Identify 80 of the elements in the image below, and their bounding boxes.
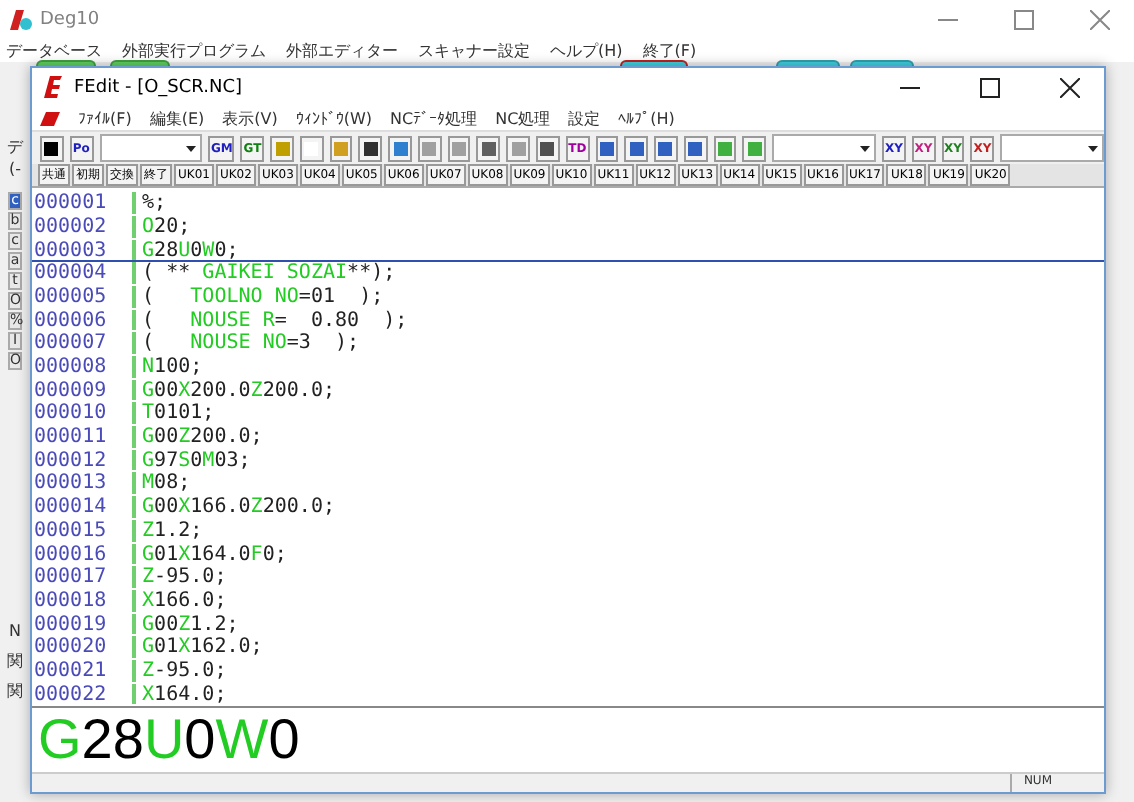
combo-box[interactable]: [99, 134, 203, 163]
line-number: 000013: [32, 472, 136, 495]
preview-text: G28U0W0: [38, 708, 300, 773]
code-line: ( ** GAIKEI SOZAI**);: [140, 262, 396, 284]
code-line: T0101;: [140, 402, 215, 425]
menu-item[interactable]: ﾌｧｲﾙ(F): [78, 109, 132, 128]
code-line: X166.0;: [140, 589, 227, 612]
menu-item[interactable]: NCﾃﾞｰﾀ処理: [390, 107, 478, 130]
line-number: 000009: [32, 379, 136, 401]
code-line: ( TOOLNO NO=01 );: [140, 285, 384, 308]
line-number: 000015: [32, 519, 136, 542]
menu-item[interactable]: ﾍﾙﾌﾟ(H): [618, 109, 675, 128]
label-text: 関: [7, 680, 23, 702]
code-line: G01X164.0F0;: [140, 543, 287, 565]
line-number: 000010: [32, 402, 136, 425]
line-number: 000022: [32, 683, 136, 705]
line-number: 000005: [32, 285, 136, 308]
line-number: 000004: [32, 262, 136, 284]
code-line: G28U0W0;: [140, 239, 239, 261]
dropdown-arrow-icon: [860, 145, 871, 152]
code-line: G00X166.0Z200.0;: [140, 496, 335, 518]
line-number: 000014: [32, 496, 136, 518]
code-line: Z1.2;: [140, 519, 203, 542]
line-number: 000008: [32, 356, 136, 378]
menu-item[interactable]: 設定: [568, 107, 601, 130]
editor-logo-icon: [44, 76, 62, 99]
dropdown-arrow-icon: [1088, 145, 1099, 152]
code-editor[interactable]: [32, 188, 1104, 709]
dropdown-arrow-icon: [186, 145, 197, 152]
menu-item[interactable]: NC処理: [495, 107, 551, 130]
maximize-icon[interactable]: [980, 77, 1000, 98]
combo-box[interactable]: [1000, 134, 1105, 163]
code-line: Z-95.0;: [140, 659, 227, 682]
label-text: N: [9, 620, 21, 642]
code-line: G00X200.0Z200.0;: [140, 379, 335, 401]
code-line: %;: [140, 192, 167, 214]
menu-item[interactable]: 終了(F): [642, 39, 697, 61]
code-line: ( NOUSE NO=3 );: [140, 332, 360, 355]
line-number: 000011: [32, 426, 136, 448]
code-line: Z-95.0;: [140, 566, 227, 588]
line-number: 000002: [32, 215, 136, 238]
menu-item[interactable]: 表示(V): [222, 107, 278, 130]
menu-item[interactable]: ｳｨﾝﾄﾞｳ(W): [295, 109, 373, 128]
code-line: M08;: [140, 472, 191, 495]
code-line: O20;: [140, 215, 191, 238]
window-title: Deg10: [40, 9, 102, 29]
code-line: X164.0;: [140, 683, 227, 705]
code-line: G00Z200.0;: [140, 426, 263, 448]
code-line: G00Z1.2;: [140, 613, 239, 635]
line-number: 000003: [32, 239, 136, 261]
line-number: 000006: [32, 309, 136, 331]
app-logo-icon: [8, 7, 32, 31]
line-number: 000018: [32, 589, 136, 612]
line-number: 000007: [32, 332, 136, 355]
menu-item[interactable]: スキャナー設定: [418, 39, 530, 61]
window-title: FEdit - [O_SCR.NC]: [74, 77, 244, 98]
toolbar-button[interactable]: [358, 135, 383, 162]
line-number: 000020: [32, 636, 136, 658]
line-number: 000021: [32, 659, 136, 682]
label-text: (-: [8, 158, 21, 180]
menu-item[interactable]: データベース: [6, 39, 102, 61]
menu-item[interactable]: 外部エディター: [286, 39, 398, 61]
label-text: 関: [7, 650, 23, 672]
code-line: G97S0M03;: [140, 449, 251, 471]
combo-box[interactable]: [772, 134, 877, 163]
menu-item[interactable]: 外部実行プログラム: [122, 39, 266, 61]
code-line: N100;: [140, 356, 203, 378]
code-line: G01X162.0;: [140, 636, 263, 658]
menu-item[interactable]: ヘルプ(H): [550, 39, 623, 61]
close-icon[interactable]: [1060, 77, 1080, 98]
toolbar-button[interactable]: [40, 135, 64, 162]
line-number: 000001: [32, 192, 136, 214]
code-line: ( NOUSE R= 0.80 );: [140, 309, 408, 331]
menu-item[interactable]: 編集(E): [149, 107, 205, 130]
line-number: 000019: [32, 613, 136, 635]
label-text: デ: [7, 136, 23, 158]
toolbar-button[interactable]: [536, 135, 560, 162]
line-number: 000017: [32, 566, 136, 588]
line-number: 000012: [32, 449, 136, 471]
line-number: 000016: [32, 543, 136, 565]
